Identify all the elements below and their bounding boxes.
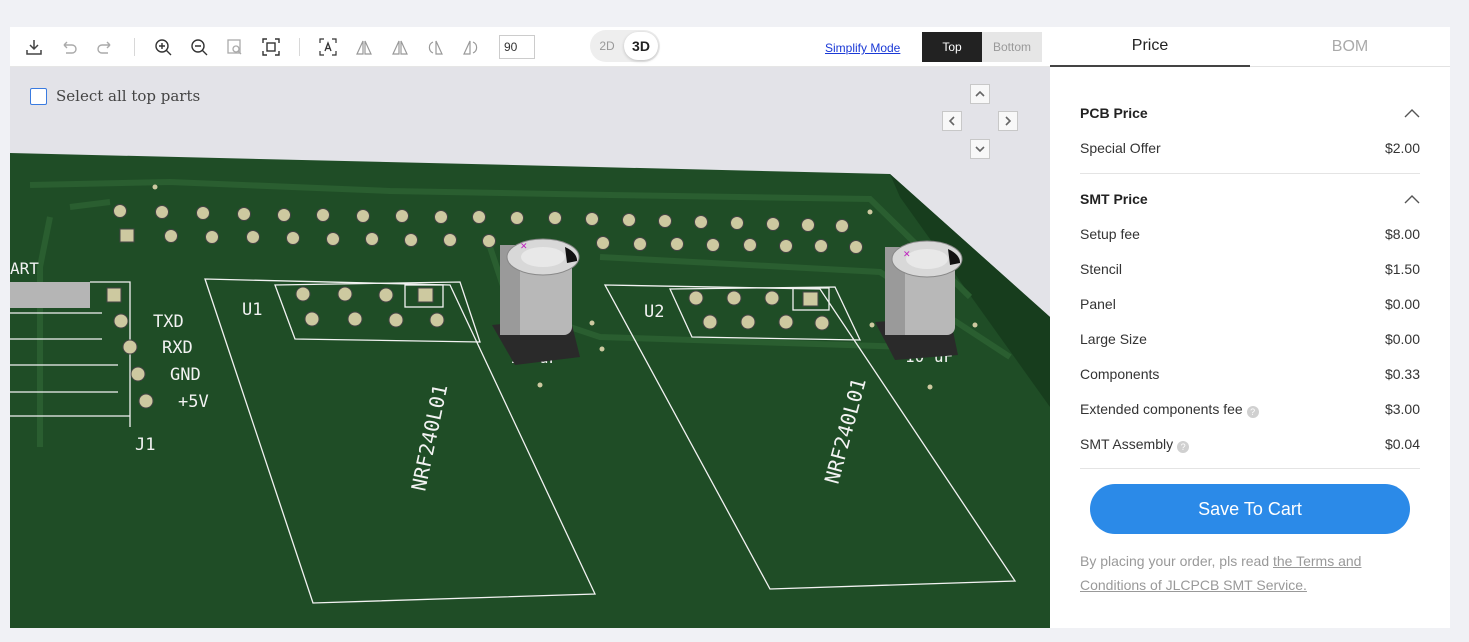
terms-prefix: By placing your order, pls read — [1080, 553, 1273, 569]
price-row: Panel $0.00 — [1080, 296, 1420, 312]
price-row-label: Large Size — [1080, 331, 1147, 347]
select-all-top-parts[interactable]: Select all top parts — [30, 87, 200, 105]
tab-bom[interactable]: BOM — [1250, 27, 1450, 67]
terms-notice: By placing your order, pls read the Term… — [1080, 549, 1380, 597]
toggle-3d[interactable]: 3D — [624, 32, 658, 60]
zoom-in-icon[interactable] — [152, 36, 174, 58]
price-row-value: $0.33 — [1384, 366, 1420, 382]
price-row: Special Offer $2.00 — [1080, 140, 1420, 156]
download-icon[interactable] — [23, 36, 45, 58]
silk-txd: TXD — [153, 312, 184, 332]
rotate-right-icon[interactable] — [460, 36, 482, 58]
capacitor-c2: ✕ — [875, 240, 963, 360]
price-row: Extended components fee? $3.00 — [1080, 401, 1420, 418]
chevron-left-icon — [948, 116, 955, 126]
price-row-label: Stencil — [1080, 261, 1123, 277]
price-row-value: $2.00 — [1384, 140, 1420, 156]
price-row: SMT Assembly? $0.04 — [1080, 436, 1420, 453]
pcb-price-title: PCB Price — [1080, 105, 1148, 121]
help-icon[interactable]: ? — [1177, 441, 1190, 453]
zoom-area-icon[interactable] — [224, 36, 246, 58]
chevron-up-icon[interactable] — [1404, 108, 1420, 118]
chevron-up-icon — [975, 90, 985, 97]
silk-art: ART — [10, 259, 39, 278]
toggle-2d[interactable]: 2D — [594, 34, 620, 58]
side-top-button[interactable]: Top — [922, 32, 982, 62]
redo-icon[interactable] — [94, 36, 116, 58]
pan-right-button[interactable] — [998, 111, 1018, 131]
silk-u1: U1 — [242, 300, 262, 320]
price-row: Components $0.33 — [1080, 366, 1420, 382]
price-row-label: Components — [1080, 366, 1160, 382]
chevron-down-icon — [975, 146, 985, 153]
panel-tabs: Price BOM — [1050, 27, 1450, 67]
smt-price-header[interactable]: SMT Price — [1080, 191, 1420, 207]
price-row: Setup fee $8.00 — [1080, 226, 1420, 242]
price-row-label: Panel — [1080, 296, 1116, 312]
price-row: Stencil $1.50 — [1080, 261, 1420, 277]
side-bottom-button[interactable]: Bottom — [982, 32, 1042, 62]
fit-icon[interactable] — [260, 36, 282, 58]
save-to-cart-button[interactable]: Save To Cart — [1090, 484, 1410, 534]
price-row-label: Extended components fee — [1080, 401, 1243, 417]
price-row: Large Size $0.00 — [1080, 331, 1420, 347]
price-row-value: $0.04 — [1384, 436, 1420, 452]
help-icon[interactable]: ? — [1246, 406, 1259, 418]
silk-5v: +5V — [178, 392, 209, 412]
toolbar-divider — [299, 38, 300, 56]
section-divider — [1080, 468, 1420, 469]
capacitor-c1: ✕ — [492, 238, 580, 365]
tab-price[interactable]: Price — [1050, 27, 1250, 67]
price-row-value: $3.00 — [1384, 401, 1420, 417]
price-row-value: $0.00 — [1384, 331, 1420, 347]
zoom-out-icon[interactable] — [188, 36, 210, 58]
price-row-value: $0.00 — [1384, 296, 1420, 312]
undo-icon[interactable] — [58, 36, 80, 58]
pan-left-button[interactable] — [942, 111, 962, 131]
pcb-3d-viewer[interactable]: ART U1 U2 TXD RXD GND +5V J1 NRF240L01 N… — [10, 67, 1050, 628]
svg-text:✕: ✕ — [903, 249, 911, 259]
smt-price-title: SMT Price — [1080, 191, 1148, 207]
silk-u2: U2 — [644, 302, 664, 322]
pcb-render: ART U1 U2 TXD RXD GND +5V J1 NRF240L01 N… — [10, 153, 1050, 628]
rotate-left-icon[interactable] — [424, 36, 446, 58]
price-row-label: SMT Assembly — [1080, 436, 1174, 452]
rotation-angle-input[interactable] — [499, 35, 535, 59]
pan-up-button[interactable] — [970, 84, 990, 104]
toolbar-divider — [134, 38, 135, 56]
chevron-right-icon — [1005, 116, 1012, 126]
dimension-toggle[interactable]: 2D 3D — [590, 30, 660, 62]
svg-text:✕: ✕ — [520, 241, 528, 251]
price-panel: Price BOM PCB Price Special Offer $2.00 … — [1050, 27, 1450, 628]
price-row-value: $8.00 — [1384, 226, 1420, 242]
app-window: 2D 3D Simplify Mode Top Bottom — [10, 27, 1450, 628]
simplify-mode-link[interactable]: Simplify Mode — [825, 41, 900, 55]
price-row-value: $1.50 — [1384, 261, 1420, 277]
select-all-label: Select all top parts — [56, 87, 201, 105]
section-divider — [1080, 173, 1420, 174]
pan-down-button[interactable] — [970, 139, 990, 159]
flip-left-icon[interactable] — [353, 36, 375, 58]
chevron-up-icon[interactable] — [1404, 194, 1420, 204]
price-row-label: Setup fee — [1080, 226, 1140, 242]
text-tool-icon[interactable] — [317, 36, 339, 58]
silk-gnd: GND — [170, 365, 201, 385]
silk-rxd: RXD — [162, 338, 193, 358]
select-all-checkbox[interactable] — [30, 87, 47, 105]
silk-j1: J1 — [135, 435, 155, 455]
flip-right-icon[interactable] — [389, 36, 411, 58]
pcb-price-header[interactable]: PCB Price — [1080, 105, 1420, 121]
price-row-label: Special Offer — [1080, 140, 1161, 156]
viewer-toolbar: 2D 3D Simplify Mode Top Bottom — [10, 27, 1050, 67]
